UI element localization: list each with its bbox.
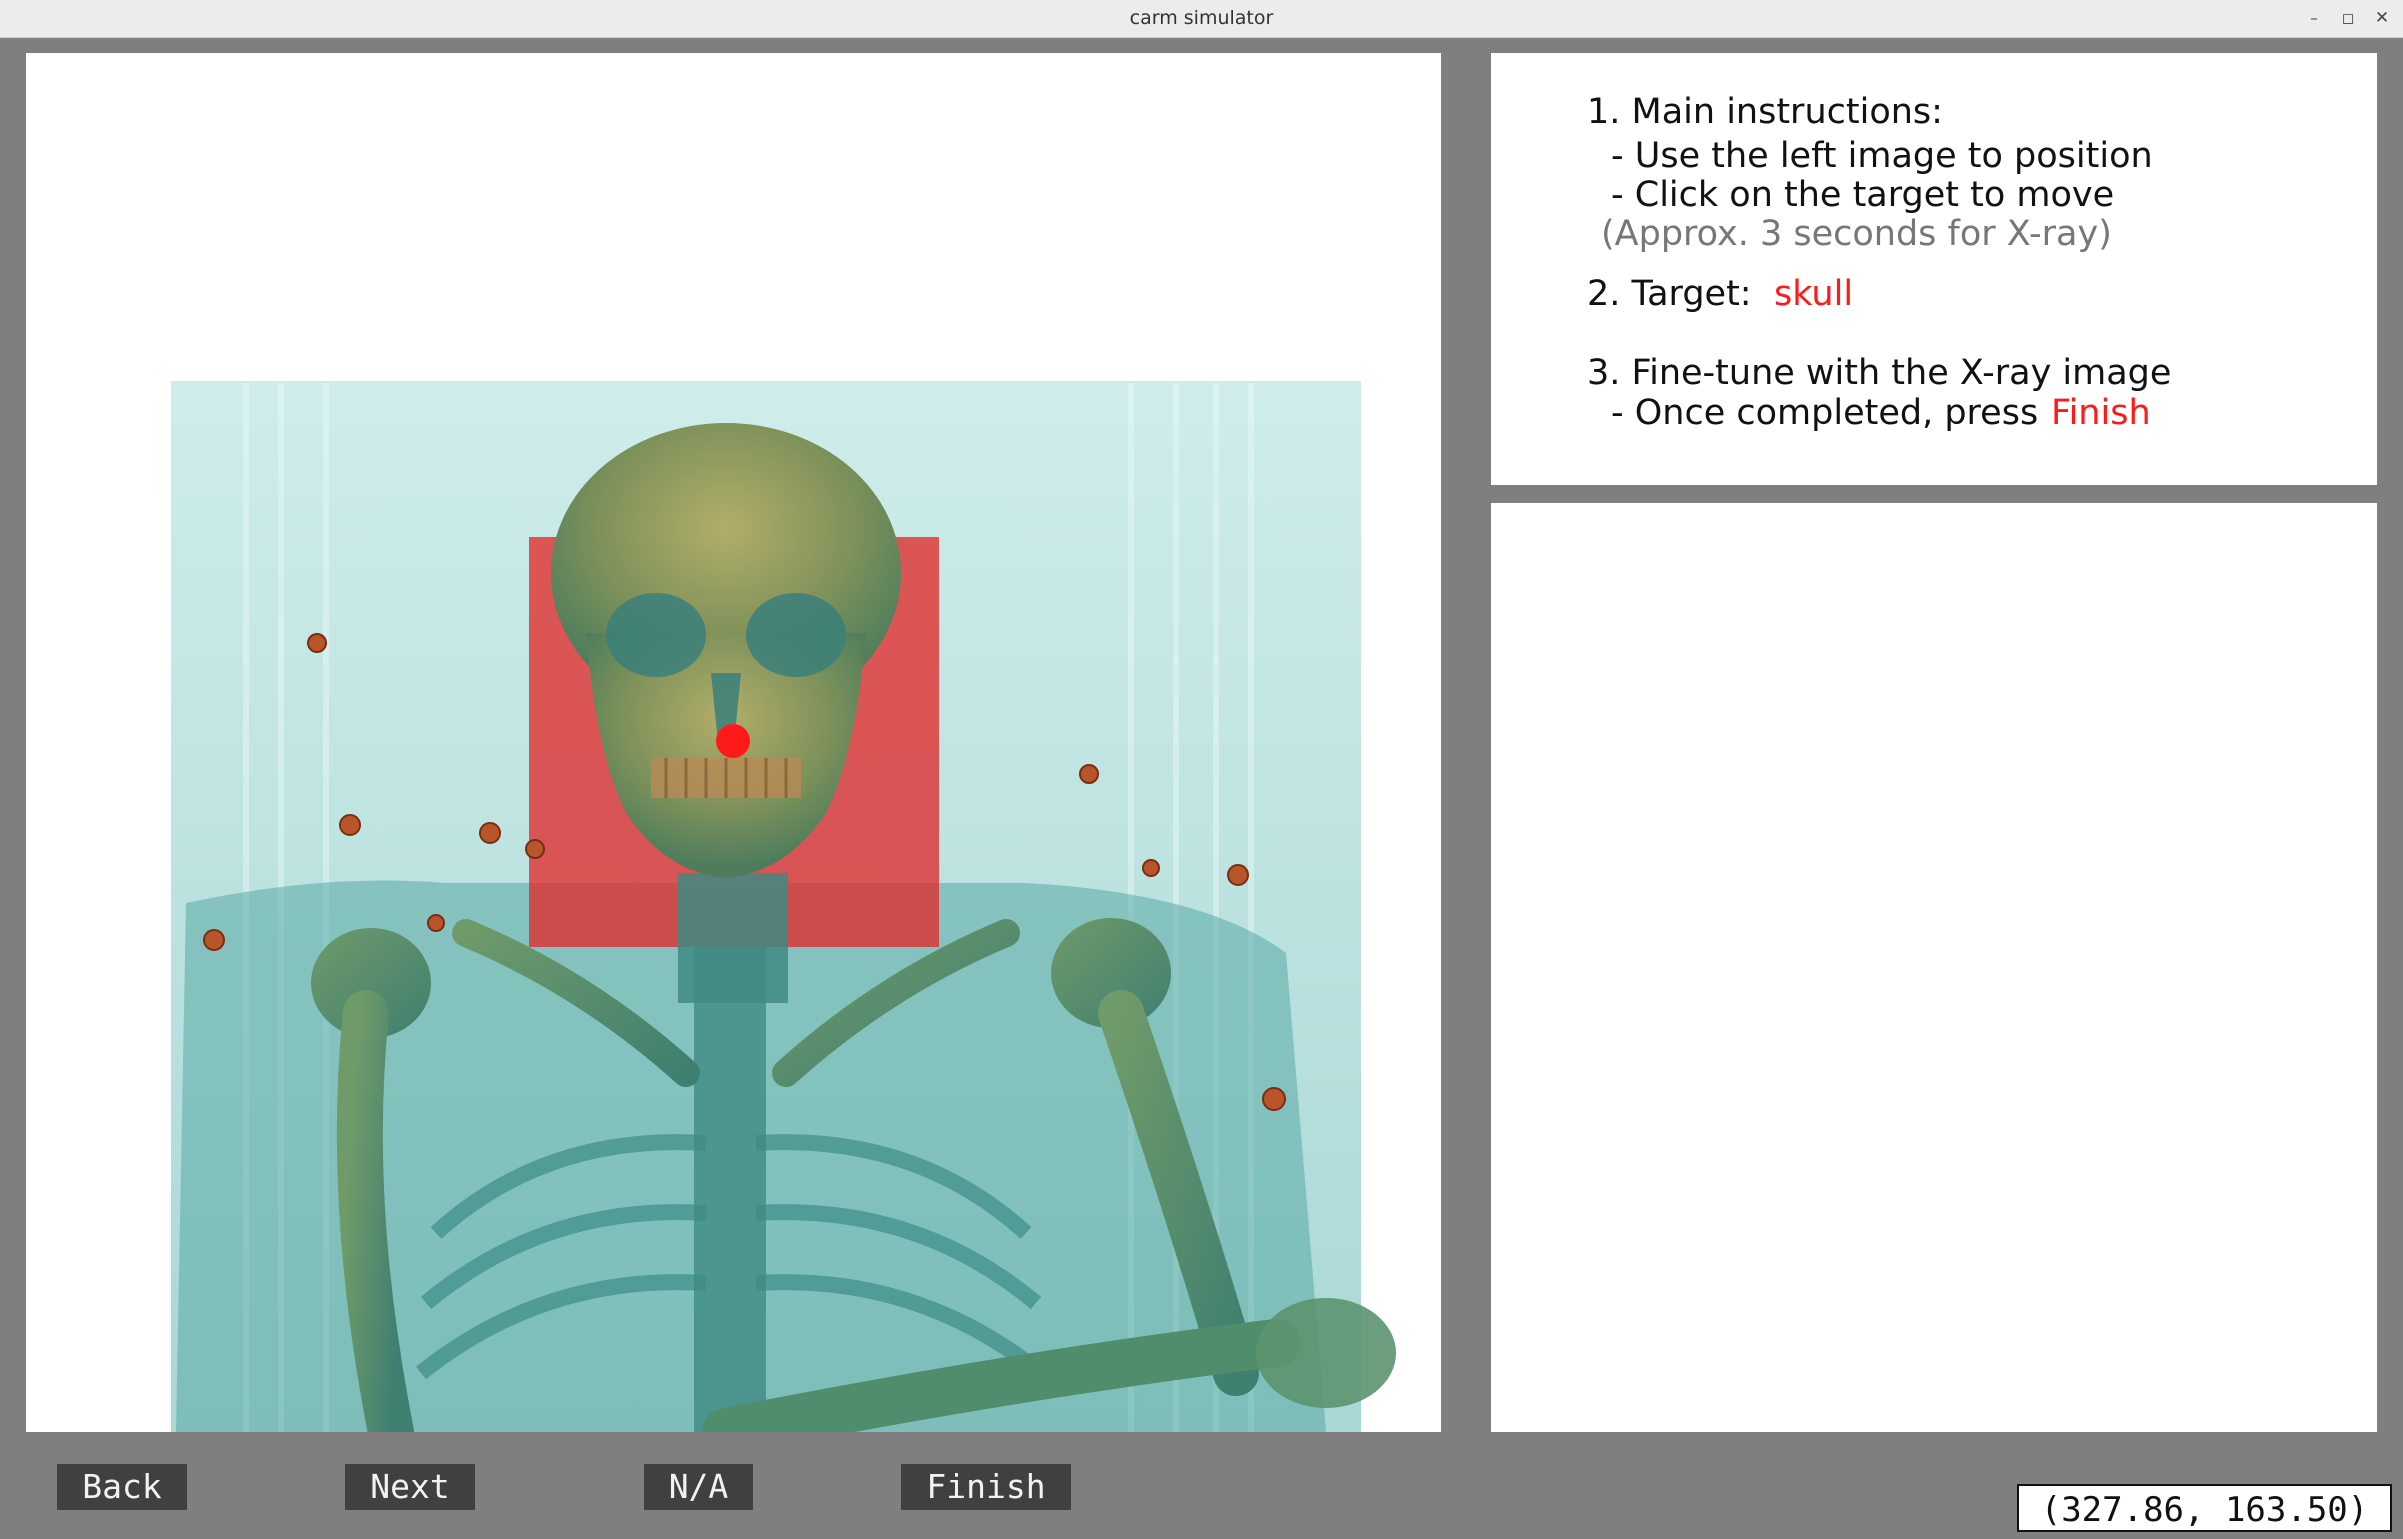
back-button[interactable]: Back [57, 1464, 187, 1510]
finish-word: Finish [2051, 393, 2151, 433]
step2-label: 2. Target: [1587, 274, 1752, 314]
step3-title: 3. Fine-tune with the X-ray image [1587, 353, 2172, 393]
title-bar: carm simulator – ◻ ✕ [0, 0, 2403, 38]
close-icon[interactable]: ✕ [2370, 6, 2394, 30]
finish-button[interactable]: Finish [901, 1464, 1071, 1510]
na-button[interactable]: N/A [644, 1464, 753, 1510]
target-value: skull [1774, 274, 1854, 314]
step1-title: 1. Main instructions: [1587, 92, 1943, 132]
instructions-panel: 1. Main instructions: - Use the left ima… [1491, 53, 2377, 485]
xray-image-panel[interactable] [1491, 503, 2377, 1432]
window-title: carm simulator [1129, 7, 1274, 29]
patient-3d-view[interactable] [26, 53, 1441, 1432]
maximize-icon[interactable]: ◻ [2336, 6, 2360, 30]
target-dot[interactable] [716, 724, 750, 758]
step1-note: (Approx. 3 seconds for X-ray) [1601, 214, 2112, 254]
step3-line1: - Once completed, press [1611, 393, 2039, 433]
skeleton-render [171, 381, 1396, 1432]
step1-line1: - Use the left image to position [1611, 136, 2153, 176]
next-button[interactable]: Next [345, 1464, 475, 1510]
minimize-icon[interactable]: – [2302, 6, 2326, 30]
step1-line2: - Click on the target to move [1611, 175, 2115, 215]
cursor-coordinates: (327.86, 163.50) [2017, 1484, 2392, 1532]
